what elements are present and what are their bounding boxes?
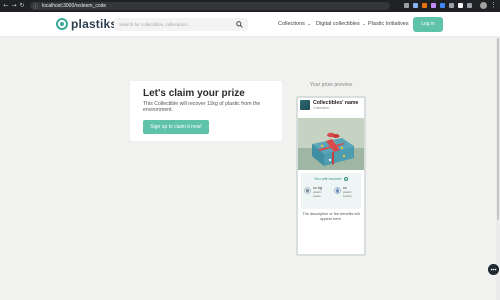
- bottle-icon: [334, 187, 341, 194]
- page-title: Let's claim your prize: [143, 88, 245, 99]
- forward-icon[interactable]: →: [11, 2, 17, 9]
- nav-plastic-initiatives[interactable]: Plastic Initiatives: [368, 21, 409, 27]
- logo-mark-icon: [56, 18, 68, 30]
- site-info-icon[interactable]: ⓘ: [33, 3, 38, 10]
- collection-name: Collection: [313, 106, 329, 110]
- chat-icon[interactable]: [488, 264, 499, 275]
- chevron-down-icon: ⌄: [361, 21, 366, 27]
- puzzle-icon[interactable]: [467, 3, 472, 8]
- nav-label: Digital collectibles: [316, 21, 360, 27]
- claim-card: Let's claim your prize This Collectible …: [130, 81, 282, 141]
- nav-digital-collectibles[interactable]: Digital collectibles ⌄: [316, 21, 366, 27]
- prize-preview-card: Collectibles' name Collection You will r…: [296, 96, 366, 256]
- extension-icon[interactable]: [458, 3, 463, 8]
- stat-plastic-bottles: xx plastic bottles: [334, 186, 360, 204]
- claim-description: This Collectible will recover 11kg of pl…: [143, 101, 261, 114]
- stat-label: plastic bottles: [343, 190, 352, 198]
- extension-icon[interactable]: [413, 3, 418, 8]
- logo[interactable]: plastiks: [56, 17, 117, 31]
- bookmark-icon[interactable]: [404, 3, 409, 8]
- nav-label: Plastic Initiatives: [368, 21, 409, 27]
- search-icon[interactable]: [236, 21, 243, 28]
- stat-plastic-waste: xx kg plastic waste: [304, 186, 330, 204]
- recover-panel: You will recover i xx kg plastic waste x…: [301, 173, 361, 209]
- browser-toolbar: ← → ↻ ⓘ localhost:3000/redeem_code ⋮: [0, 0, 500, 12]
- scrollbar-thumb[interactable]: [497, 38, 499, 220]
- info-icon[interactable]: i: [344, 176, 348, 181]
- address-url: localhost:3000/redeem_code: [42, 3, 107, 9]
- signup-claim-button[interactable]: Sign up to claim it now!: [143, 120, 209, 134]
- search-bar: [114, 18, 248, 31]
- extension-icon[interactable]: [431, 3, 436, 8]
- plastic-waste-icon: [304, 187, 311, 194]
- collection-thumbnail: [300, 100, 310, 110]
- profile-avatar[interactable]: [480, 2, 487, 9]
- kebab-menu-icon[interactable]: ⋮: [490, 1, 497, 10]
- collectible-description: The description or the benefits will app…: [302, 212, 360, 221]
- site-header: plastiks Collections ⌄ Digital collectib…: [0, 12, 500, 37]
- logo-text: plastiks: [71, 17, 118, 31]
- nav-collections[interactable]: Collections ⌄: [278, 21, 311, 27]
- gift-box-image: [298, 118, 364, 170]
- extension-icon[interactable]: [449, 3, 454, 8]
- reload-icon[interactable]: ↻: [19, 2, 25, 9]
- back-icon[interactable]: ←: [3, 2, 9, 9]
- stat-label: plastic waste: [313, 190, 322, 198]
- page-scrollbar[interactable]: [496, 38, 500, 300]
- login-button[interactable]: Log in: [413, 17, 443, 32]
- chevron-down-icon: ⌄: [306, 21, 312, 27]
- nav-label: Collections: [278, 21, 305, 27]
- preview-heading: Your prize preview: [309, 82, 353, 88]
- extension-icon[interactable]: [440, 3, 445, 8]
- extension-icon[interactable]: [422, 3, 427, 8]
- search-input[interactable]: [119, 18, 229, 31]
- address-bar[interactable]: ⓘ localhost:3000/redeem_code: [30, 2, 390, 10]
- recover-title: You will recover: [314, 176, 342, 181]
